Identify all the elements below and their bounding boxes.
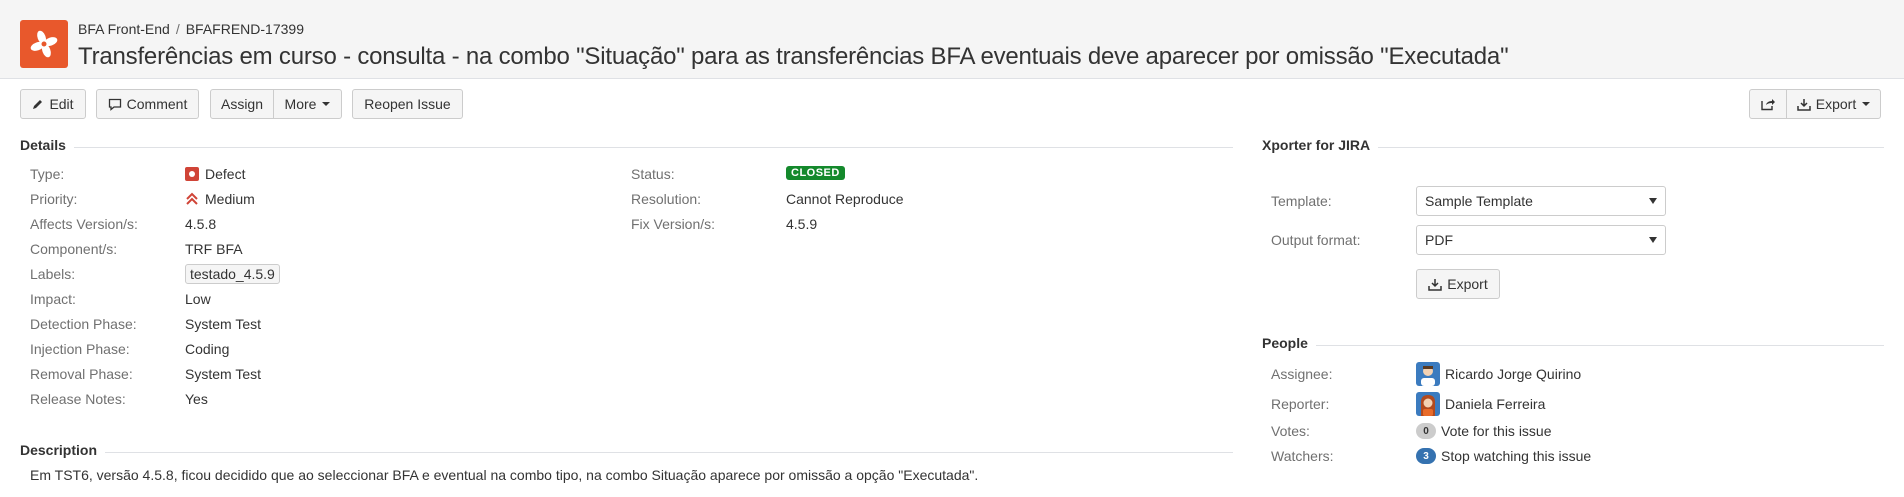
xporter-export-label: Export <box>1447 276 1488 292</box>
export-dropdown-label: Export <box>1815 96 1857 112</box>
select-arrow-icon <box>1649 237 1657 243</box>
issue-toolbar: Edit Comment Assign More Reopen Issue Ex… <box>0 89 1904 121</box>
detection-phase-label: Detection Phase: <box>30 316 137 332</box>
breadcrumb: BFA Front-End / BFAFREND-17399 <box>78 21 304 37</box>
more-button-label: More <box>284 96 317 112</box>
fix-version-label: Fix Version/s: <box>631 216 716 232</box>
votes-count-badge: 0 <box>1416 423 1436 439</box>
pencil-icon <box>32 98 44 110</box>
status-badge: CLOSED <box>786 166 845 180</box>
vote-link[interactable]: Vote for this issue <box>1441 423 1552 439</box>
removal-phase-label: Removal Phase: <box>30 366 133 382</box>
select-arrow-icon <box>1649 198 1657 204</box>
component-label: Component/s: <box>30 241 118 257</box>
votes-label: Votes: <box>1271 423 1310 439</box>
type-value: Defect <box>185 166 245 182</box>
reporter-label: Reporter: <box>1271 396 1330 412</box>
chevron-down-icon <box>1862 102 1871 106</box>
xporter-export-button[interactable]: Export <box>1416 269 1500 299</box>
edit-button[interactable]: Edit <box>20 89 86 119</box>
reopen-issue-button-label: Reopen Issue <box>364 96 451 112</box>
type-value-text: Defect <box>205 166 246 182</box>
template-label: Template: <box>1271 193 1332 209</box>
assign-button-label: Assign <box>220 96 264 112</box>
share-icon <box>1760 97 1776 111</box>
impact-label: Impact: <box>30 291 76 307</box>
affects-version-value[interactable]: 4.5.8 <box>185 216 216 232</box>
fix-version-value[interactable]: 4.5.9 <box>786 216 817 232</box>
labels-value: testado_4.5.9 <box>185 264 280 284</box>
description-text: Em TST6, versão 4.5.8, ficou decidido qu… <box>30 467 979 483</box>
impact-value: Low <box>185 291 211 307</box>
people-divider <box>1262 345 1884 346</box>
priority-value: Medium <box>185 191 255 207</box>
priority-label: Priority: <box>30 191 78 207</box>
component-value[interactable]: TRF BFA <box>185 241 243 257</box>
injection-phase-value: Coding <box>185 341 230 357</box>
votes-value[interactable]: 0 Vote for this issue <box>1416 423 1552 439</box>
comment-button[interactable]: Comment <box>96 89 199 119</box>
type-label: Type: <box>30 166 65 182</box>
label-tag[interactable]: testado_4.5.9 <box>185 264 280 284</box>
detection-phase-value: System Test <box>185 316 261 332</box>
reporter-name: Daniela Ferreira <box>1445 396 1546 412</box>
description-divider <box>20 452 1233 453</box>
project-avatar[interactable] <box>20 20 68 68</box>
people-heading: People <box>1262 335 1316 351</box>
download-icon <box>1428 278 1443 291</box>
watchers-value[interactable]: 3 Stop watching this issue <box>1416 448 1591 464</box>
breadcrumb-issue-key-link[interactable]: BFAFREND-17399 <box>186 21 304 37</box>
comment-icon <box>108 98 122 111</box>
chevron-down-icon <box>322 102 331 106</box>
stop-watching-link[interactable]: Stop watching this issue <box>1441 448 1591 464</box>
export-dropdown-button[interactable]: Export <box>1786 89 1881 119</box>
priority-value-text: Medium <box>205 191 255 207</box>
assignee-value[interactable]: Ricardo Jorge Quirino <box>1416 362 1581 386</box>
reopen-issue-button[interactable]: Reopen Issue <box>352 89 463 119</box>
description-heading: Description <box>20 442 106 458</box>
priority-medium-icon <box>185 192 199 206</box>
watchers-label: Watchers: <box>1271 448 1334 464</box>
xporter-heading: Xporter for JIRA <box>1262 137 1379 153</box>
share-button[interactable] <box>1749 89 1787 119</box>
injection-phase-label: Injection Phase: <box>30 341 130 357</box>
output-format-select[interactable]: PDF <box>1416 225 1666 255</box>
watchers-count-badge: 3 <box>1416 448 1436 464</box>
flower-logo-icon <box>30 30 58 58</box>
assignee-name: Ricardo Jorge Quirino <box>1445 366 1582 382</box>
details-divider <box>20 147 1233 148</box>
avatar <box>1416 392 1440 416</box>
release-notes-value: Yes <box>185 391 208 407</box>
assign-button[interactable]: Assign <box>210 89 274 119</box>
assignee-label: Assignee: <box>1271 366 1333 382</box>
issue-header: BFA Front-End / BFAFREND-17399 Transferênc… <box>0 0 1904 79</box>
resolution-label: Resolution: <box>631 191 702 207</box>
edit-button-label: Edit <box>49 96 74 112</box>
defect-icon <box>185 167 199 181</box>
details-heading: Details <box>20 137 74 153</box>
template-select[interactable]: Sample Template <box>1416 186 1666 216</box>
affects-version-label: Affects Version/s: <box>30 216 138 232</box>
output-format-select-value: PDF <box>1425 232 1453 248</box>
resolution-value: Cannot Reproduce <box>786 191 904 207</box>
more-button[interactable]: More <box>273 89 342 119</box>
comment-button-label: Comment <box>126 96 188 112</box>
template-select-value: Sample Template <box>1425 193 1533 209</box>
breadcrumb-project-link[interactable]: BFA Front-End <box>78 21 170 37</box>
page-title: Transferências em curso - consulta - na … <box>78 43 1509 70</box>
avatar <box>1416 362 1440 386</box>
status-label: Status: <box>631 166 675 182</box>
reporter-value[interactable]: Daniela Ferreira <box>1416 392 1545 416</box>
removal-phase-value: System Test <box>185 366 261 382</box>
breadcrumb-separator: / <box>175 21 180 37</box>
download-icon <box>1797 98 1811 111</box>
output-format-label: Output format: <box>1271 232 1361 248</box>
labels-label: Labels: <box>30 266 76 282</box>
release-notes-label: Release Notes: <box>30 391 126 407</box>
status-value: CLOSED <box>786 166 845 180</box>
